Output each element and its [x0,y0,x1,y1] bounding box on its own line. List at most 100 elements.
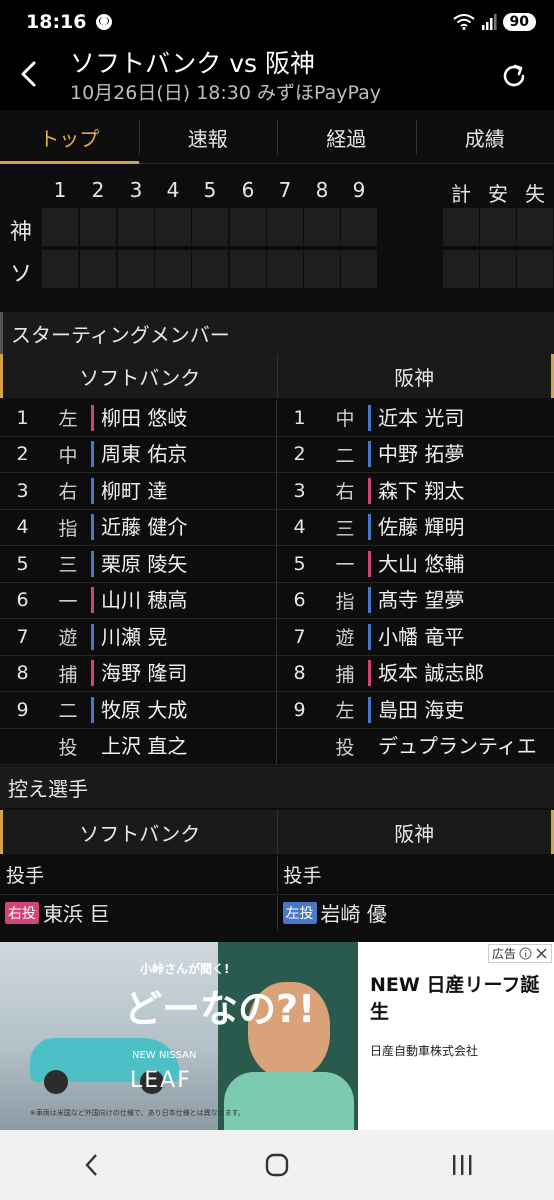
bench-category-home: 投手 [0,856,278,892]
score-cell [267,250,303,288]
batting-order: 4 [293,516,306,539]
player-name: 栗原 陵矢 [91,550,187,577]
batting-order: 5 [16,552,29,575]
lineup-player-right[interactable]: 3 右森下 翔太 [277,473,554,509]
ad-company: 日産自動車株式会社 [370,1044,479,1058]
lineup-player-left[interactable]: 投上沢 直之 [0,728,277,764]
ad-image-line1: 小峠さんが聞く! [140,962,230,976]
player-name: 柳町 達 [91,477,167,504]
bench-player-home[interactable]: 右投 東浜 巨 [0,895,278,930]
starting-team-header: ソフトバンク 阪神 [0,354,554,398]
ad-image-line2: どーなの?! [124,987,316,1031]
batting-order: 8 [16,662,29,685]
throw-tag: 右投 [5,901,39,924]
status-bar: 18:16 90 [0,0,554,44]
batting-order: 6 [293,589,306,612]
lineup-row: 1 左柳田 悠岐 1 中近本 光司 [0,400,554,437]
nav-back-button[interactable] [62,1145,122,1185]
lineup-player-right[interactable]: 4 三佐藤 輝明 [277,510,554,546]
player-name: 柳田 悠岐 [91,404,187,431]
bench-player-away[interactable]: 左投 岩崎 優 [278,895,554,930]
scoreboard-team: ソ [10,262,33,287]
tab-top[interactable]: トップ [0,112,139,164]
lineup-player-left[interactable]: 1 左柳田 悠岐 [0,400,277,436]
score-cell [480,208,516,246]
player-name: 牧原 大成 [91,696,187,723]
battery-indicator: 90 [502,13,536,31]
score-cell [118,208,154,246]
lineup-player-left[interactable]: 8 捕海野 隆司 [0,655,277,691]
system-nav-bar [0,1130,554,1200]
fielding-position: 遊 [58,627,78,650]
scoreboard: 123456789 計安失神ソ [0,164,554,304]
inning-header: 8 [315,178,329,202]
score-cell [42,208,78,246]
ad-image[interactable]: 小峠さんが聞く! どーなの?! NEW NISSAN LEAF ※車両は米国など… [0,942,358,1130]
lineup-player-right[interactable]: 5 一大山 悠輔 [277,546,554,582]
lineup-player-right[interactable]: 1 中近本 光司 [277,400,554,436]
score-cell [118,250,154,288]
fielding-position: 三 [58,554,78,577]
bench-category-away: 投手 [283,864,322,887]
fielding-position: 右 [335,481,355,504]
ad-banner[interactable]: 小峠さんが聞く! どーなの?! NEW NISSAN LEAF ※車両は米国など… [0,942,554,1130]
lineup-player-right[interactable]: 6 指髙寺 望夢 [277,583,554,619]
player-name: 山川 穂高 [91,587,187,614]
bench-category-row: 投手 投手 [0,856,554,892]
lineup-player-right[interactable]: 7 遊小幡 竜平 [277,619,554,655]
team-name-away: 阪神 [278,354,554,398]
lineup-player-left[interactable]: 7 遊川瀬 晃 [0,619,277,655]
lineup-player-right[interactable]: 8 捕坂本 誠志郎 [277,656,554,692]
score-cell [192,208,228,246]
score-cell [230,208,266,246]
batting-order: 4 [16,516,29,539]
lineup-player-left[interactable]: 4 指近藤 健介 [0,509,277,545]
lineup-player-left[interactable]: 6 一山川 穂高 [0,582,277,618]
fielding-position: 指 [58,517,78,540]
inning-header: 2 [91,178,105,202]
fielding-position: 左 [58,408,78,431]
tab-stats[interactable]: 成績 [415,112,554,163]
lineup-player-right[interactable]: 投デュプランティエ [277,729,554,765]
batting-order: 7 [16,625,29,648]
ad-headline[interactable]: NEW 日産リーフ誕生 [370,972,545,1026]
batting-order: 9 [293,698,306,721]
player-name: 大山 悠輔 [368,550,464,577]
tab-live[interactable]: 速報 [138,112,278,163]
score-cell [42,250,78,288]
chevron-left-icon [85,1154,98,1176]
close-icon[interactable] [535,947,548,960]
throw-tag: 左投 [282,901,317,924]
player-name: 中野 拓夢 [368,441,464,468]
back-arrow-icon[interactable] [14,58,46,90]
info-icon[interactable] [519,947,532,960]
ad-badge[interactable]: 広告 [487,944,552,963]
lineup-player-left[interactable]: 9 二牧原 大成 [0,692,277,728]
lineup-player-right[interactable]: 9 左島田 海吏 [277,692,554,728]
nav-recents-button[interactable] [432,1145,492,1185]
nav-home-button[interactable] [247,1145,307,1185]
baseball-icon [96,14,113,30]
lineup-row: 7 遊川瀬 晃 7 遊小幡 竜平 [0,619,554,656]
score-cell [192,250,228,288]
lineup-player-left[interactable]: 3 右柳町 達 [0,473,277,509]
wifi-icon [452,14,475,30]
inning-header: 9 [352,178,366,202]
inning-header: 4 [166,178,180,202]
score-cell [517,208,553,246]
fielding-position: 中 [335,408,355,431]
lineup-row: 8 捕海野 隆司 8 捕坂本 誠志郎 [0,655,554,692]
ad-image-line4: LEAF [130,1068,192,1093]
ad-image-note: ※車両は米国など外国向けの仕様で、あり日本仕様とは異なります。 [30,1109,245,1117]
lineup-player-right[interactable]: 2 二中野 拓夢 [277,437,554,473]
batting-order: 2 [293,443,306,466]
refresh-icon[interactable] [500,62,528,90]
player-name: 森下 翔太 [368,477,464,504]
total-header: 計 [451,182,471,206]
lineup-player-left[interactable]: 2 中周東 佑京 [0,436,277,472]
fielding-position: 投 [58,736,78,759]
fielding-position: 三 [335,517,355,540]
batting-order: 8 [293,662,306,685]
lineup-player-left[interactable]: 5 三栗原 陵矢 [0,546,277,582]
tab-progress[interactable]: 経過 [277,112,416,163]
